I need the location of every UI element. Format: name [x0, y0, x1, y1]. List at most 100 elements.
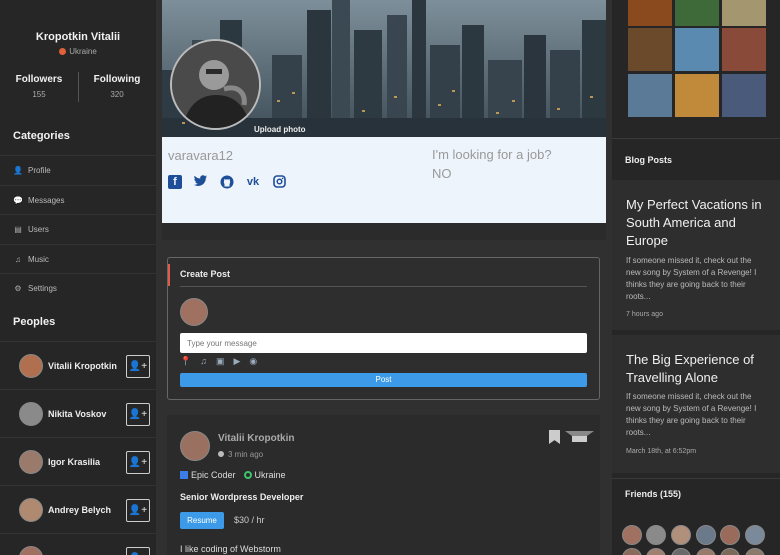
profile-name: Kropotkin Vitalii — [35, 31, 121, 43]
add-friend-button[interactable]: 👤+ — [126, 355, 150, 378]
following-stat[interactable]: Following 320 — [78, 74, 156, 99]
friend-avatar[interactable] — [646, 525, 666, 545]
blog-posts-title: Blog Posts — [625, 155, 673, 165]
mail-icon[interactable] — [565, 431, 594, 442]
vk-icon[interactable]: vk — [246, 175, 260, 189]
blog-post-heading[interactable]: My Perfect Vacations in South America an… — [626, 196, 772, 250]
sidebar-item-users[interactable]: ▤ Users — [0, 214, 156, 243]
add-friend-button[interactable]: 👤+ — [126, 451, 150, 474]
facebook-icon[interactable]: f — [168, 175, 182, 189]
user-plus-icon: 👤+ — [128, 361, 148, 372]
sidebar-item-settings[interactable]: ⚙ Settings — [0, 273, 156, 302]
job-answer: NO — [432, 166, 452, 181]
music-icon[interactable]: ♫ — [200, 356, 207, 367]
following-label: Following — [93, 74, 141, 85]
people-name[interactable]: Nikita Voskov — [48, 409, 106, 419]
gallery-photo[interactable] — [675, 74, 719, 117]
following-count: 320 — [110, 90, 124, 99]
friend-avatar[interactable] — [745, 525, 765, 545]
gallery-photo[interactable] — [675, 28, 719, 71]
gallery-photo[interactable] — [722, 0, 766, 26]
avatar — [180, 298, 208, 326]
video-icon[interactable]: ▶ — [233, 356, 240, 367]
avatar[interactable] — [180, 431, 210, 461]
user-plus-icon: 👤+ — [128, 457, 148, 468]
create-post-divider — [180, 286, 587, 287]
sidebar-item-label: Music — [28, 254, 49, 264]
post-badges: Epic Coder Ukraine — [180, 470, 286, 480]
music-icon: ♫ — [15, 254, 21, 264]
people-item: Andrey Belych 👤+ — [0, 485, 156, 533]
country-badge: Ukraine — [243, 470, 286, 480]
people-item: Vitalii Kropotkin 👤+ — [0, 341, 156, 389]
avatar[interactable] — [19, 450, 43, 474]
avatar[interactable] — [19, 402, 43, 426]
people-name[interactable]: Igor Krasilia — [48, 457, 100, 467]
card-accent — [168, 264, 170, 286]
friend-avatar[interactable] — [720, 525, 740, 545]
post-author[interactable]: Vitalii Kropotkin — [218, 433, 295, 444]
upload-photo-button[interactable]: Upload photo — [254, 125, 306, 134]
clock-icon — [218, 451, 224, 457]
message-input[interactable] — [180, 333, 587, 353]
post-time-text: 3 min ago — [228, 450, 264, 459]
gallery-photo[interactable] — [628, 28, 672, 71]
list-icon: ▤ — [14, 224, 22, 234]
post-button[interactable]: Post — [180, 373, 587, 387]
user-icon: 👤 — [13, 165, 23, 175]
github-icon[interactable] — [220, 175, 234, 189]
friend-avatar[interactable] — [622, 525, 642, 545]
sidebar-item-music[interactable]: ♫ Music — [0, 244, 156, 273]
twitter-icon[interactable] — [194, 175, 208, 189]
avatar[interactable] — [19, 498, 43, 522]
followers-stat[interactable]: Followers 155 — [0, 74, 78, 99]
friend-avatar[interactable] — [696, 525, 716, 545]
post-time: 3 min ago — [218, 450, 263, 459]
people-item: Nikita Voskov 👤+ — [0, 389, 156, 437]
post-bio: I like coding of Webstorm — [180, 544, 281, 554]
badge-label: Ukraine — [254, 470, 286, 480]
gallery-photo[interactable] — [675, 0, 719, 26]
profile-location: Ukraine — [0, 47, 156, 56]
user-plus-icon: 👤+ — [128, 505, 148, 516]
blog-post-excerpt: If someone missed it, check out the new … — [626, 392, 757, 437]
user-plus-icon: 👤+ — [128, 409, 148, 420]
people-name[interactable]: Vitalii Kropotkin — [48, 361, 117, 371]
categories-title: Categories — [13, 130, 70, 142]
add-friend-button[interactable]: 👤+ — [126, 547, 150, 555]
resume-button[interactable]: Resume — [180, 512, 224, 529]
sidebar-item-label: Messages — [28, 195, 65, 205]
gallery-photo[interactable] — [722, 28, 766, 71]
sidebar-item-profile[interactable]: 👤 Profile — [0, 155, 156, 184]
image-icon[interactable]: ▣ — [216, 356, 225, 367]
avatar[interactable] — [19, 354, 43, 378]
add-friend-button[interactable]: 👤+ — [126, 403, 150, 426]
friend-avatar[interactable] — [671, 525, 691, 545]
gear-icon: ⚙ — [14, 283, 22, 293]
right-divider — [612, 138, 780, 139]
profile-avatar[interactable] — [170, 39, 261, 130]
photo-gallery — [628, 0, 768, 118]
sidebar-item-label: Settings — [28, 283, 57, 293]
blog-post-heading[interactable]: The Big Experience of Travelling Alone — [626, 351, 772, 387]
instagram-icon[interactable] — [272, 175, 286, 189]
people-item: 👤+ — [0, 533, 156, 555]
gallery-photo[interactable] — [722, 74, 766, 117]
people-name[interactable]: Andrey Belych — [48, 505, 111, 515]
hourly-rate: $30 / hr — [234, 515, 265, 525]
add-friend-button[interactable]: 👤+ — [126, 499, 150, 522]
sidebar-item-messages[interactable]: 💬 Messages — [0, 185, 156, 214]
gallery-photo[interactable] — [628, 74, 672, 117]
gallery-photo[interactable] — [628, 0, 672, 26]
sidebar-item-label: Users — [28, 224, 49, 234]
blog-post-excerpt: If someone missed it, check out the new … — [626, 256, 757, 301]
center-divider-bar — [162, 223, 606, 240]
people-item: Igor Krasilia 👤+ — [0, 437, 156, 485]
avatar[interactable] — [19, 546, 43, 555]
location-pin-icon[interactable]: 📍 — [180, 356, 191, 367]
followers-count: 155 — [32, 90, 46, 99]
camera-icon[interactable]: ◉ — [249, 356, 257, 367]
online-dot-icon — [243, 471, 252, 479]
globe-icon — [59, 48, 67, 55]
create-post-title: Create Post — [180, 269, 231, 279]
